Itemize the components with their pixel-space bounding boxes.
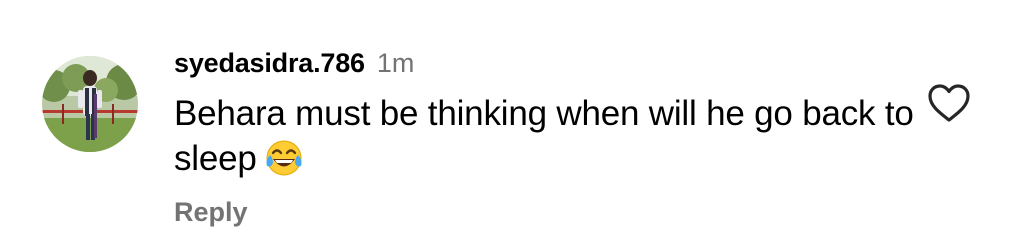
avatar-photo bbox=[42, 56, 138, 152]
reply-button[interactable]: Reply bbox=[174, 197, 248, 228]
comment-text: Behara must be thinking when will he go … bbox=[174, 92, 914, 181]
comment: syedasidra.786 1m Behara must be thinkin… bbox=[0, 0, 1024, 249]
comment-meta: syedasidra.786 1m bbox=[174, 48, 914, 88]
comment-body: syedasidra.786 1m Behara must be thinkin… bbox=[174, 48, 914, 228]
timestamp: 1m bbox=[376, 48, 415, 78]
face-with-tears-of-joy-icon bbox=[263, 136, 305, 178]
heart-outline-icon[interactable] bbox=[926, 82, 972, 124]
username[interactable]: syedasidra.786 bbox=[174, 48, 365, 79]
avatar[interactable] bbox=[42, 56, 138, 152]
